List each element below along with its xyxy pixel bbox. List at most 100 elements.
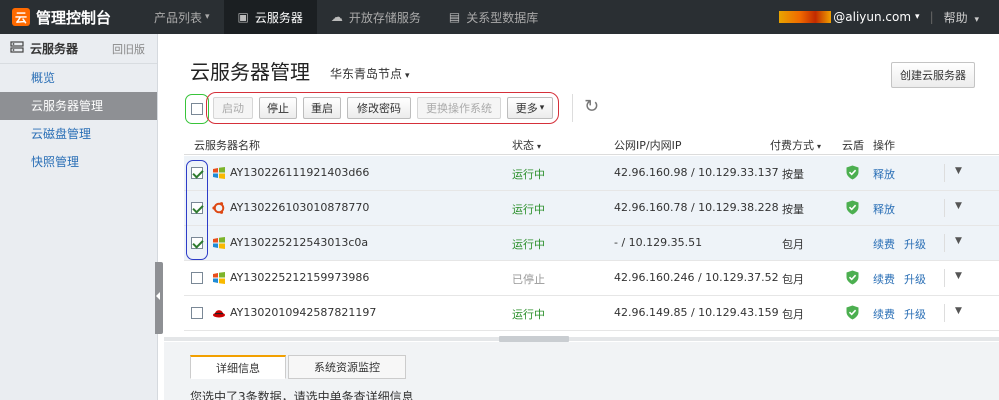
more-label: 更多 — [515, 102, 538, 115]
refresh-icon[interactable]: ↻ — [584, 96, 599, 117]
help-menu[interactable]: 帮助 ▾ — [944, 9, 999, 26]
ip-address: 42.96.149.85 / 10.129.43.159 — [614, 306, 779, 319]
restart-button[interactable]: 重启 — [303, 97, 341, 119]
console-logo[interactable]: 云 管理控制台 — [0, 0, 140, 34]
nav-product-list[interactable]: 产品列表 ▾ — [140, 0, 224, 34]
row-checkbox[interactable] — [191, 272, 203, 284]
select-all-checkbox[interactable] — [191, 103, 203, 115]
table-row[interactable]: AY130225212159973986 已停止 42.96.160.246 /… — [184, 261, 999, 296]
sidebar-item-server-management[interactable]: 云服务器管理 — [0, 92, 157, 120]
chevron-down-icon: ▾ — [974, 14, 979, 25]
row-checkbox[interactable] — [191, 307, 203, 319]
divider — [944, 269, 945, 287]
chevron-down-icon: ▾ — [539, 103, 545, 113]
renew-link[interactable]: 续费 — [873, 271, 895, 287]
server-name[interactable]: AY130225212543013c0a — [230, 236, 368, 249]
old-version-link[interactable]: 回旧版 — [112, 41, 145, 57]
table-row[interactable]: AY130225212543013c0a 运行中 - / 10.129.35.5… — [184, 226, 999, 261]
start-button[interactable]: 启动 — [213, 97, 253, 119]
sidebar: 云服务器 回旧版 概览 云服务器管理 云磁盘管理 快照管理 — [0, 34, 158, 400]
cloud-icon: ☁ — [330, 10, 343, 24]
shield-icon[interactable] — [846, 165, 859, 180]
renew-link[interactable]: 续费 — [873, 306, 895, 322]
sidebar-header: 云服务器 回旧版 — [0, 34, 157, 64]
renew-link[interactable]: 续费 — [873, 236, 895, 252]
redhat-icon — [213, 310, 225, 318]
ubuntu-icon — [212, 202, 225, 214]
actions-highlight: 启动 停止 重启 修改密码 更换操作系统 更多 ▾ — [206, 92, 559, 124]
status-text: 运行中 — [512, 168, 545, 181]
nav-ecs-label: 云服务器 — [254, 10, 303, 25]
user-account[interactable]: @aliyun.com ▾ — [779, 10, 920, 24]
page-title: 云服务器管理 — [190, 60, 310, 84]
release-link[interactable]: 释放 — [873, 166, 895, 182]
chevron-down-icon: ▾ — [915, 12, 920, 22]
upgrade-link[interactable]: 升级 — [904, 306, 926, 322]
stop-button[interactable]: 停止 — [259, 97, 297, 119]
aliyun-logo-icon: 云 — [12, 8, 30, 26]
divider — [944, 304, 945, 322]
tab-details[interactable]: 详细信息 — [190, 355, 286, 379]
selected-rows-highlight — [186, 160, 208, 260]
server-name[interactable]: AY130201094258782119​7 — [230, 306, 376, 319]
detail-panel: 详细信息 系统资源监控 您选中了3条数据，请选中单条查详细信息 — [164, 342, 999, 400]
server-name[interactable]: AY130225212159973986 — [230, 271, 369, 284]
tab-resource-monitor[interactable]: 系统资源监控 — [288, 355, 406, 379]
table-row[interactable]: AY130226111921403d66 运行中 42.96.160.98 / … — [184, 156, 999, 191]
panel-resize-bar[interactable] — [164, 337, 999, 341]
more-button[interactable]: 更多 ▾ — [507, 97, 553, 119]
divider: | — [929, 10, 934, 24]
region-selector[interactable]: 华东青岛节点 ▾ — [330, 65, 410, 82]
status-header-label: 状态 — [512, 139, 534, 152]
selection-info-text: 您选中了3条数据，请选中单条查详细信息 — [190, 390, 414, 400]
help-label: 帮助 — [943, 10, 968, 25]
chevron-down-icon[interactable]: ▼ — [955, 201, 962, 211]
toolbar-divider — [572, 94, 573, 122]
windows-icon — [213, 272, 225, 284]
shield-icon[interactable] — [846, 200, 859, 215]
sidebar-item-snapshot-management[interactable]: 快照管理 — [0, 148, 157, 176]
change-password-button[interactable]: 修改密码 — [347, 97, 411, 119]
table-row[interactable]: AY130201094258782119​7 运行中 42.96.149.85 … — [184, 296, 999, 331]
upgrade-link[interactable]: 升级 — [904, 236, 926, 252]
column-header-billing[interactable]: 付费方式 ▾ — [770, 137, 821, 153]
nav-rds[interactable]: ▤ 关系型数据库 — [435, 0, 552, 34]
upgrade-link[interactable]: 升级 — [904, 271, 926, 287]
console-title: 管理控制台 — [36, 8, 112, 27]
chevron-down-icon: ▾ — [405, 71, 410, 81]
nav-oss-label: 开放存储服务 — [348, 10, 421, 25]
chevron-down-icon: ▾ — [205, 12, 210, 22]
server-icon: ▣ — [237, 10, 249, 24]
sidebar-item-overview[interactable]: 概览 — [0, 64, 157, 92]
change-os-button[interactable]: 更换操作系统 — [417, 97, 501, 119]
column-header-shield: 云盾 — [842, 139, 864, 152]
status-text: 运行中 — [512, 308, 545, 321]
chevron-down-icon[interactable]: ▼ — [955, 271, 962, 281]
shield-icon[interactable] — [846, 270, 859, 285]
divider — [944, 199, 945, 217]
sidebar-collapse-handle[interactable] — [155, 262, 163, 334]
region-label: 华东青岛节点 — [330, 67, 403, 81]
column-header-status[interactable]: 状态 ▾ — [512, 137, 541, 153]
chevron-down-icon[interactable]: ▼ — [955, 166, 962, 176]
table-row[interactable]: AY130226103010878770 运行中 42.96.160.78 / … — [184, 191, 999, 226]
billing-type: 包月 — [782, 273, 804, 286]
top-right: @aliyun.com ▾ | 帮助 ▾ — [779, 0, 999, 34]
database-icon: ▤ — [448, 10, 461, 24]
nav-product-list-label: 产品列表 — [154, 10, 203, 25]
server-name[interactable]: AY130226103010878770 — [230, 201, 369, 214]
divider — [944, 164, 945, 182]
top-nav: 产品列表 ▾ ▣ 云服务器 ☁ 开放存储服务 ▤ 关系型数据库 — [140, 0, 552, 34]
billing-type: 按量 — [782, 203, 804, 216]
main-content: 云服务器管理 华东青岛节点 ▾ 创建云服务器 启动 停止 重启 修改密码 更换操作… — [164, 34, 999, 400]
shield-icon[interactable] — [846, 305, 859, 320]
chevron-down-icon[interactable]: ▼ — [955, 236, 962, 246]
server-name[interactable]: AY130226111921403d66 — [230, 166, 369, 179]
column-header-actions: 操作 — [873, 139, 895, 152]
nav-oss[interactable]: ☁ 开放存储服务 — [317, 0, 435, 34]
sidebar-item-disk-management[interactable]: 云磁盘管理 — [0, 120, 157, 148]
release-link[interactable]: 释放 — [873, 201, 895, 217]
chevron-down-icon[interactable]: ▼ — [955, 306, 962, 316]
create-server-button[interactable]: 创建云服务器 — [891, 62, 975, 88]
nav-ecs[interactable]: ▣ 云服务器 — [223, 0, 317, 34]
